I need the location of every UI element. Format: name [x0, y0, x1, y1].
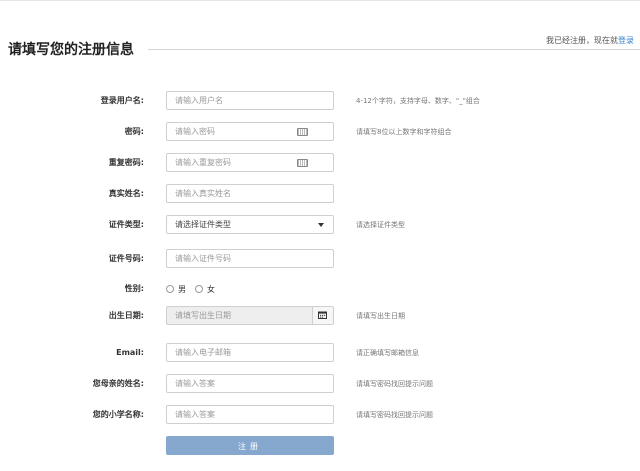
repeat-password-field-box — [166, 153, 334, 172]
gender-option-label: 女 — [207, 284, 215, 294]
page-title: 请填写您的注册信息 — [8, 42, 134, 58]
top-divider — [0, 0, 640, 1]
real-name-input[interactable] — [167, 185, 333, 202]
login-link[interactable]: 登录 — [618, 36, 634, 45]
gender-row: 性别: 男 女 — [0, 279, 640, 299]
login-prompt-text: 我已经注册，现在就 — [546, 36, 618, 45]
id-type-row: 证件类型: 请选择证件类型 请选择证件类型 — [0, 215, 640, 235]
mother-name-hint: 请填写密码找回提示问题 — [356, 380, 433, 388]
id-type-select[interactable]: 请选择证件类型 — [166, 215, 334, 234]
username-input[interactable] — [167, 92, 333, 109]
repeat-password-label: 重复密码: — [108, 158, 144, 167]
school-name-hint: 请填写密码找回提示问题 — [356, 411, 433, 419]
school-name-field-box — [166, 405, 334, 424]
keyboard-icon[interactable] — [297, 128, 308, 136]
email-row: Email: 请正确填写邮箱信息 — [0, 343, 640, 363]
gender-option-female[interactable]: 女 — [195, 284, 215, 295]
id-number-row: 证件号码: — [0, 249, 640, 269]
school-name-label: 您的小学名称: — [92, 410, 144, 419]
email-label: Email: — [116, 348, 144, 357]
password-input[interactable] — [167, 123, 333, 140]
real-name-field-box — [166, 184, 334, 203]
chevron-down-icon — [318, 223, 324, 227]
keyboard-icon[interactable] — [297, 159, 308, 167]
real-name-row: 真实姓名: — [0, 184, 640, 204]
username-row: 登录用户名: 4-12个字符，支持字母、数字、"_"组合 — [0, 91, 640, 111]
gender-radio-group: 男 女 — [166, 279, 215, 299]
password-row: 密码: 请填写8位以上数字和字符组合 — [0, 122, 640, 142]
calendar-icon — [318, 311, 327, 319]
birthday-hint: 请填写出生日期 — [356, 312, 405, 320]
school-name-input[interactable] — [167, 406, 333, 423]
id-type-label: 证件类型: — [108, 220, 144, 229]
id-number-label: 证件号码: — [108, 254, 144, 263]
password-field-box — [166, 122, 334, 141]
radio-icon[interactable] — [166, 285, 174, 293]
id-type-hint: 请选择证件类型 — [356, 221, 405, 229]
birthday-input[interactable] — [167, 307, 333, 324]
gender-label: 性别: — [124, 284, 144, 293]
id-number-input[interactable] — [167, 250, 333, 267]
repeat-password-input[interactable] — [167, 154, 333, 171]
repeat-password-row: 重复密码: — [0, 153, 640, 173]
real-name-label: 真实姓名: — [108, 189, 144, 198]
email-field-box — [166, 343, 334, 362]
username-label: 登录用户名: — [100, 96, 144, 105]
mother-name-label: 您母亲的姓名: — [92, 379, 144, 388]
login-hint: 我已经注册，现在就登录 — [546, 35, 634, 46]
school-name-row: 您的小学名称: 请填写密码找回提示问题 — [0, 405, 640, 425]
mother-name-field-box — [166, 374, 334, 393]
calendar-button[interactable] — [312, 307, 333, 324]
gender-option-male[interactable]: 男 — [166, 284, 186, 295]
id-number-field-box — [166, 249, 334, 268]
mother-name-input[interactable] — [167, 375, 333, 392]
password-hint: 请填写8位以上数字和字符组合 — [356, 128, 452, 136]
email-hint: 请正确填写邮箱信息 — [356, 349, 419, 357]
title-divider — [148, 49, 640, 50]
gender-option-label: 男 — [178, 284, 186, 294]
birthday-row: 出生日期: 请填写出生日期 — [0, 306, 640, 326]
email-input[interactable] — [167, 344, 333, 361]
id-type-selected-value: 请选择证件类型 — [175, 220, 231, 229]
birthday-field-box — [166, 306, 334, 325]
register-button[interactable]: 注册 — [166, 436, 334, 455]
mother-name-row: 您母亲的姓名: 请填写密码找回提示问题 — [0, 374, 640, 394]
birthday-label: 出生日期: — [108, 311, 144, 320]
username-hint: 4-12个字符，支持字母、数字、"_"组合 — [356, 97, 480, 105]
username-field-box — [166, 91, 334, 110]
password-label: 密码: — [124, 127, 144, 136]
radio-icon[interactable] — [195, 285, 203, 293]
